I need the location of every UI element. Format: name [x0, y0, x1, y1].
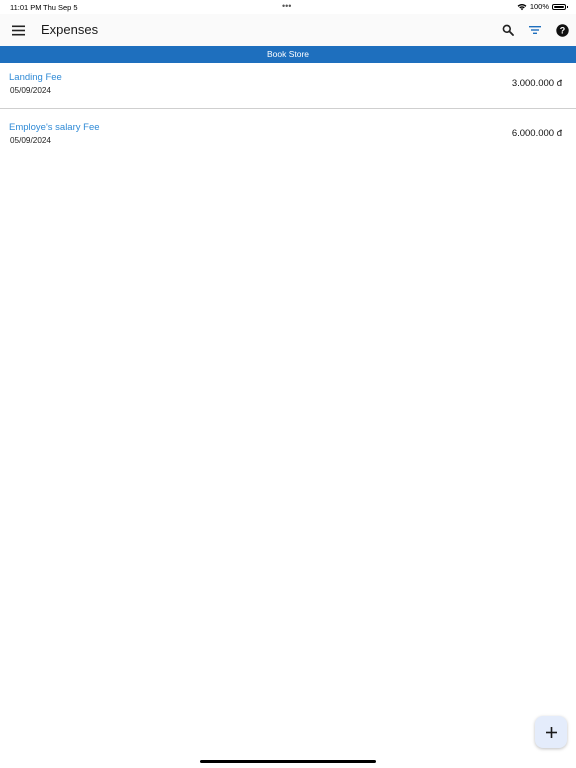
expense-amount: 6.000.000 đ	[511, 128, 562, 139]
menu-button[interactable]	[8, 20, 28, 40]
help-icon: ?	[555, 23, 569, 37]
expense-name: Employe's salary Fee	[9, 122, 100, 133]
battery-percent: 100%	[529, 2, 549, 11]
filter-button[interactable]	[525, 20, 545, 40]
app-bar: Expenses ?	[0, 14, 576, 46]
status-date: Thu Sep 5	[43, 3, 78, 12]
expense-name: Landing Fee	[9, 72, 62, 83]
expense-date: 05/09/2024	[10, 86, 51, 95]
expense-row[interactable]: Employe's salary Fee 05/09/2024 6.000.00…	[0, 113, 576, 158]
search-icon	[502, 24, 514, 36]
ellipsis-icon[interactable]: •••	[282, 1, 291, 11]
section-header: Book Store	[0, 46, 576, 63]
wifi-icon	[517, 3, 527, 10]
expense-amount: 3.000.000 đ	[511, 78, 562, 89]
expense-date: 05/09/2024	[10, 136, 51, 145]
svg-text:?: ?	[559, 25, 565, 35]
add-expense-button[interactable]	[535, 716, 567, 748]
plus-icon	[545, 726, 557, 738]
page-title: Expenses	[41, 22, 99, 37]
expense-row[interactable]: Landing Fee 05/09/2024 3.000.000 đ	[0, 63, 576, 109]
status-right: 100%	[517, 2, 568, 11]
home-indicator[interactable]	[200, 760, 376, 763]
status-time: 11:01 PM	[10, 3, 42, 12]
search-button[interactable]	[498, 20, 518, 40]
status-bar: 11:01 PM Thu Sep 5 ••• 100%	[0, 0, 576, 14]
help-button[interactable]: ?	[552, 20, 572, 40]
battery-icon	[552, 3, 568, 10]
menu-icon	[11, 25, 25, 35]
filter-icon	[529, 26, 541, 34]
